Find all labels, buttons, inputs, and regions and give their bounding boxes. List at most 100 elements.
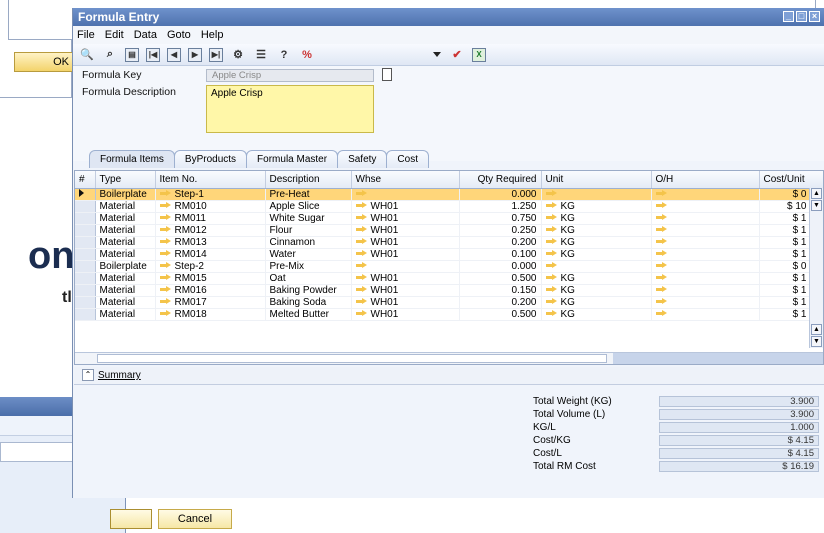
row-header[interactable] bbox=[75, 188, 96, 201]
link-arrow-icon[interactable] bbox=[159, 262, 171, 269]
link-arrow-icon[interactable] bbox=[355, 286, 367, 293]
cell-unit[interactable]: KG bbox=[541, 200, 652, 213]
cell-type[interactable]: Boilerplate bbox=[95, 260, 156, 273]
formula-description-field[interactable]: Apple Crisp bbox=[206, 85, 374, 133]
horizontal-scrollbar[interactable] bbox=[75, 352, 823, 364]
link-arrow-icon[interactable] bbox=[545, 238, 557, 245]
cell-description[interactable]: Cinnamon bbox=[265, 236, 352, 249]
link-arrow-icon[interactable] bbox=[655, 250, 667, 257]
cell-unit[interactable]: KG bbox=[541, 272, 652, 285]
column-header-unit[interactable]: Unit bbox=[541, 171, 652, 189]
link-arrow-icon[interactable] bbox=[159, 286, 171, 293]
cell-qty-required[interactable]: 0.200 bbox=[459, 296, 542, 309]
table-row[interactable]: Boilerplate Step-2 Pre-Mix 0.000 $ 0 bbox=[75, 260, 823, 273]
table-row[interactable]: Material RM013 Cinnamon WH01 0.200 KG $ 1 bbox=[75, 236, 823, 249]
link-arrow-icon[interactable] bbox=[159, 190, 171, 197]
link-arrow-icon[interactable] bbox=[545, 202, 557, 209]
cell-type[interactable]: Material bbox=[95, 272, 156, 285]
column-header-item-no[interactable]: Item No. bbox=[155, 171, 266, 189]
link-arrow-icon[interactable] bbox=[545, 286, 557, 293]
link-arrow-icon[interactable] bbox=[655, 226, 667, 233]
cell-qty-required[interactable]: 0.250 bbox=[459, 224, 542, 237]
link-arrow-icon[interactable] bbox=[159, 298, 171, 305]
cell-qty-required[interactable]: 0.150 bbox=[459, 284, 542, 297]
total-value-field[interactable]: $ 16.19 bbox=[659, 461, 819, 472]
cell-whse[interactable]: WH01 bbox=[351, 224, 460, 237]
link-arrow-icon[interactable] bbox=[355, 238, 367, 245]
link-arrow-icon[interactable] bbox=[355, 262, 367, 269]
column-header-type[interactable]: Type bbox=[95, 171, 156, 189]
link-arrow-icon[interactable] bbox=[655, 310, 667, 317]
link-arrow-icon[interactable] bbox=[545, 214, 557, 221]
row-header[interactable] bbox=[75, 212, 96, 225]
maximize-icon[interactable]: □ bbox=[796, 11, 807, 22]
link-arrow-icon[interactable] bbox=[655, 202, 667, 209]
ok-button[interactable]: OK bbox=[14, 52, 76, 72]
secondary-action-button[interactable] bbox=[110, 509, 152, 529]
scroll-down-icon[interactable]: ▼ bbox=[811, 200, 822, 211]
cell-unit[interactable]: KG bbox=[541, 224, 652, 237]
cell-unit[interactable]: KG bbox=[541, 248, 652, 261]
cell-whse[interactable]: WH01 bbox=[351, 284, 460, 297]
link-arrow-icon[interactable] bbox=[159, 274, 171, 281]
add-record-icon[interactable]: ▤ bbox=[125, 47, 139, 62]
row-header[interactable] bbox=[75, 260, 96, 273]
cell-whse[interactable]: WH01 bbox=[351, 308, 460, 321]
cell-whse[interactable]: WH01 bbox=[351, 296, 460, 309]
link-arrow-icon[interactable] bbox=[355, 214, 367, 221]
cell-whse[interactable]: WH01 bbox=[351, 212, 460, 225]
row-header[interactable] bbox=[75, 284, 96, 297]
link-arrow-icon[interactable] bbox=[655, 214, 667, 221]
link-arrow-icon[interactable] bbox=[355, 202, 367, 209]
cell-on-hand[interactable] bbox=[651, 296, 760, 309]
row-header[interactable] bbox=[75, 272, 96, 285]
cell-item-no[interactable]: RM012 bbox=[155, 224, 266, 237]
tab-cost[interactable]: Cost bbox=[386, 150, 429, 168]
tab-formula-items[interactable]: Formula Items bbox=[89, 150, 175, 168]
link-arrow-icon[interactable] bbox=[355, 298, 367, 305]
column-header-cost-unit[interactable]: Cost/Unit bbox=[759, 171, 823, 189]
cell-type[interactable]: Material bbox=[95, 200, 156, 213]
link-arrow-icon[interactable] bbox=[545, 262, 557, 269]
menu-help[interactable]: Help bbox=[201, 26, 224, 44]
cell-type[interactable]: Material bbox=[95, 212, 156, 225]
collapse-icon[interactable]: ⌃ bbox=[82, 369, 94, 382]
link-arrow-icon[interactable] bbox=[159, 250, 171, 257]
cell-qty-required[interactable]: 0.000 bbox=[459, 260, 542, 273]
cell-type[interactable]: Material bbox=[95, 308, 156, 321]
link-arrow-icon[interactable] bbox=[545, 226, 557, 233]
menu-goto[interactable]: Goto bbox=[167, 26, 191, 44]
menu-edit[interactable]: Edit bbox=[105, 26, 124, 44]
cell-unit[interactable]: KG bbox=[541, 308, 652, 321]
link-arrow-icon[interactable] bbox=[159, 214, 171, 221]
link-arrow-icon[interactable] bbox=[655, 190, 667, 197]
cell-qty-required[interactable]: 1.250 bbox=[459, 200, 542, 213]
link-arrow-icon[interactable] bbox=[159, 202, 171, 209]
column-header-whse[interactable]: Whse bbox=[351, 171, 460, 189]
cell-on-hand[interactable] bbox=[651, 260, 760, 273]
total-value-field[interactable]: $ 4.15 bbox=[659, 448, 819, 459]
cell-description[interactable]: Pre-Heat bbox=[265, 188, 352, 201]
formula-key-field[interactable]: Apple Crisp bbox=[206, 69, 374, 82]
tab-formula-master[interactable]: Formula Master bbox=[246, 150, 339, 168]
new-document-icon[interactable] bbox=[382, 68, 392, 81]
cell-item-no[interactable]: RM011 bbox=[155, 212, 266, 225]
cell-unit[interactable]: KG bbox=[541, 296, 652, 309]
cell-type[interactable]: Material bbox=[95, 296, 156, 309]
cell-type[interactable]: Material bbox=[95, 224, 156, 237]
link-arrow-icon[interactable] bbox=[159, 226, 171, 233]
cell-description[interactable]: Baking Soda bbox=[265, 296, 352, 309]
scroll-up-icon[interactable]: ▲ bbox=[811, 188, 822, 199]
link-arrow-icon[interactable] bbox=[655, 238, 667, 245]
cell-on-hand[interactable] bbox=[651, 236, 760, 249]
cell-description[interactable]: Flour bbox=[265, 224, 352, 237]
cell-qty-required[interactable]: 0.750 bbox=[459, 212, 542, 225]
total-value-field[interactable]: 3.900 bbox=[659, 396, 819, 407]
total-value-field[interactable]: $ 4.15 bbox=[659, 435, 819, 446]
cell-item-no[interactable]: Step-2 bbox=[155, 260, 266, 273]
row-header[interactable] bbox=[75, 200, 96, 213]
cell-type[interactable]: Material bbox=[95, 284, 156, 297]
link-arrow-icon[interactable] bbox=[545, 298, 557, 305]
cell-on-hand[interactable] bbox=[651, 200, 760, 213]
cell-on-hand[interactable] bbox=[651, 212, 760, 225]
